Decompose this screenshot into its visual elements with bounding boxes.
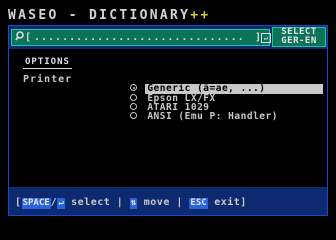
search-icon-glyph bbox=[15, 31, 24, 41]
search-icon bbox=[15, 30, 24, 47]
app-title-text: WASEO - DICTIONARY bbox=[8, 8, 191, 23]
options-panel: OPTIONS Printer Generic (ä=ae, ...) Epso… bbox=[9, 49, 327, 187]
search-bracket-left: [ bbox=[25, 32, 32, 43]
language-select-button[interactable]: SELECT GER-EN bbox=[272, 27, 326, 47]
space-key-icon: SPACE bbox=[21, 198, 51, 209]
enter-key-icon: ↵ bbox=[57, 198, 65, 209]
status-bracket-right: ] bbox=[240, 197, 247, 208]
status-select-text: select bbox=[64, 197, 117, 208]
radio-icon bbox=[130, 112, 138, 119]
printer-option-generic[interactable]: Generic (ä=ae, ...) bbox=[96, 74, 324, 94]
app-title: WASEO - DICTIONARY++ bbox=[8, 9, 211, 23]
tab-options[interactable]: OPTIONS bbox=[23, 56, 72, 69]
dictionary-screen: [ ] ↵ SELECT GER-EN OPTIONS Printer Gene… bbox=[8, 25, 328, 216]
printer-label: Printer bbox=[23, 74, 73, 85]
app-title-plus: ++ bbox=[190, 8, 211, 23]
status-bracket-mid1: | bbox=[116, 197, 130, 208]
status-bracket-mid2: | bbox=[176, 197, 190, 208]
status-bar: [SPACE/↵ select | ⇅ move | ESC exit] bbox=[9, 191, 327, 215]
esc-key-icon: ESC bbox=[189, 198, 208, 209]
search-input[interactable] bbox=[34, 30, 255, 45]
search-bar[interactable]: [ ] ↵ bbox=[11, 29, 271, 47]
printer-option-label: ANSI (Emu P: Handler) bbox=[147, 111, 278, 122]
status-exit-text: exit bbox=[207, 197, 241, 208]
printer-option-ansi[interactable]: ANSI (Emu P: Handler) bbox=[96, 102, 280, 122]
language-pair-label: GER-EN bbox=[281, 36, 317, 46]
enter-icon[interactable]: ↵ bbox=[261, 33, 271, 43]
status-move-text: move bbox=[137, 197, 177, 208]
